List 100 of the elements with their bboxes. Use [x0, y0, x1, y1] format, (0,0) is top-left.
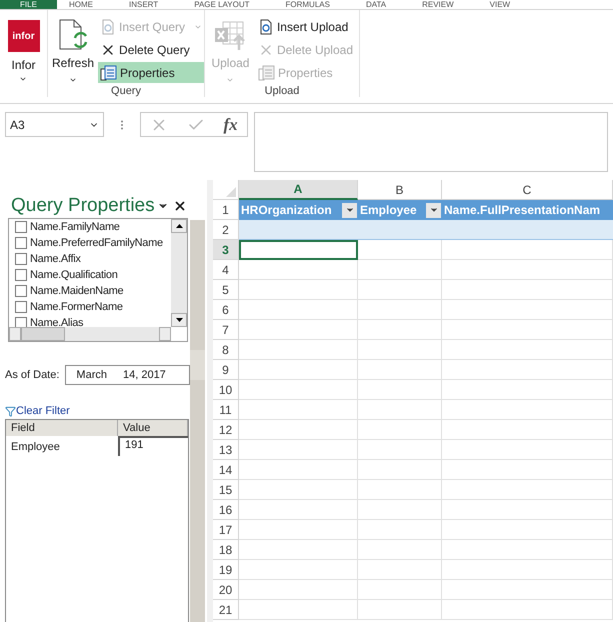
- ribbon-tab[interactable]: PAGE LAYOUT: [182, 0, 262, 9]
- scrollbar[interactable]: [9, 327, 171, 341]
- column-header[interactable]: C: [442, 180, 613, 200]
- checkbox[interactable]: [15, 317, 27, 327]
- cell[interactable]: [358, 380, 442, 400]
- active-cell[interactable]: [239, 240, 358, 260]
- row-number[interactable]: 15: [213, 480, 239, 500]
- table-cell[interactable]: 191: [118, 436, 188, 456]
- filter-dropdown-button[interactable]: [426, 202, 441, 218]
- cell[interactable]: [442, 460, 613, 480]
- cell[interactable]: [358, 580, 442, 600]
- ribbon-tab[interactable]: HOME: [57, 0, 105, 9]
- cell[interactable]: [442, 580, 613, 600]
- cell[interactable]: [442, 220, 613, 240]
- cell[interactable]: [239, 440, 358, 460]
- cell[interactable]: [239, 480, 358, 500]
- checkbox[interactable]: [15, 301, 27, 313]
- column-header[interactable]: B: [358, 180, 442, 200]
- ribbon-tab[interactable]: VIEW: [478, 0, 522, 9]
- date-picker[interactable]: March 14, 2017: [65, 365, 190, 385]
- up-arrow-icon[interactable]: [176, 224, 182, 228]
- cell[interactable]: [358, 240, 442, 260]
- cell[interactable]: [239, 460, 358, 480]
- row-number[interactable]: 3: [213, 240, 239, 260]
- cell[interactable]: [442, 560, 613, 580]
- checkbox[interactable]: [15, 269, 27, 281]
- scrollbar[interactable]: [171, 219, 187, 327]
- cell[interactable]: [442, 280, 613, 300]
- checkbox[interactable]: [15, 237, 27, 249]
- ribbon-tab[interactable]: DATA: [354, 0, 398, 9]
- ribbon-tab[interactable]: REVIEW: [410, 0, 466, 9]
- cell[interactable]: [442, 360, 613, 380]
- cell[interactable]: [442, 600, 613, 620]
- cell[interactable]: [239, 500, 358, 520]
- cell[interactable]: [358, 320, 442, 340]
- cell[interactable]: [239, 380, 358, 400]
- cell[interactable]: [239, 260, 358, 280]
- cell[interactable]: [358, 480, 442, 500]
- cell[interactable]: [239, 340, 358, 360]
- cell[interactable]: [358, 520, 442, 540]
- close-icon[interactable]: [172, 199, 187, 213]
- cell[interactable]: [442, 320, 613, 340]
- cell[interactable]: [442, 500, 613, 520]
- cell[interactable]: [239, 400, 358, 420]
- checkbox[interactable]: [15, 253, 27, 265]
- cell[interactable]: [239, 320, 358, 340]
- cell[interactable]: [239, 540, 358, 560]
- cell[interactable]: [358, 300, 442, 320]
- checkbox[interactable]: [15, 221, 27, 233]
- cell[interactable]: [358, 360, 442, 380]
- row-number[interactable]: 14: [213, 460, 239, 480]
- formula-input[interactable]: [254, 112, 608, 172]
- cell[interactable]: [358, 500, 442, 520]
- ribbon-command[interactable]: Properties: [98, 62, 204, 83]
- cell[interactable]: [442, 260, 613, 280]
- cell[interactable]: [442, 400, 613, 420]
- ribbon-tab[interactable]: FILE: [0, 0, 57, 9]
- cell[interactable]: [442, 300, 613, 320]
- filter-dropdown-button[interactable]: [342, 202, 357, 218]
- cell[interactable]: [358, 440, 442, 460]
- cell[interactable]: [358, 540, 442, 560]
- cell[interactable]: [239, 600, 358, 620]
- ribbon-command[interactable]: Insert Upload: [256, 16, 355, 37]
- infor-button[interactable]: Infor: [11, 58, 36, 83]
- row-number[interactable]: 6: [213, 300, 239, 320]
- row-number[interactable]: 8: [213, 340, 239, 360]
- cell[interactable]: [442, 480, 613, 500]
- row-number[interactable]: 12: [213, 420, 239, 440]
- column-header[interactable]: A: [239, 180, 358, 200]
- cell[interactable]: [358, 280, 442, 300]
- row-number[interactable]: 20: [213, 580, 239, 600]
- row-number[interactable]: 11: [213, 400, 239, 420]
- select-all-corner[interactable]: [213, 180, 239, 200]
- cell[interactable]: [358, 560, 442, 580]
- name-box[interactable]: A3: [5, 112, 104, 137]
- cell[interactable]: [358, 420, 442, 440]
- row-number[interactable]: 7: [213, 320, 239, 340]
- cell[interactable]: [442, 420, 613, 440]
- row-number[interactable]: 4: [213, 260, 239, 280]
- cell[interactable]: [358, 600, 442, 620]
- cell[interactable]: [358, 340, 442, 360]
- cell[interactable]: [239, 280, 358, 300]
- cell[interactable]: [358, 260, 442, 280]
- cell[interactable]: [239, 220, 358, 240]
- row-number[interactable]: 19: [213, 560, 239, 580]
- row-number[interactable]: 9: [213, 360, 239, 380]
- cell[interactable]: [239, 580, 358, 600]
- cell[interactable]: [442, 540, 613, 560]
- ribbon-tab[interactable]: FORMULAS: [273, 0, 342, 9]
- clear-filter-link[interactable]: Clear Filter: [16, 402, 70, 420]
- cell[interactable]: [442, 340, 613, 360]
- cell[interactable]: [358, 400, 442, 420]
- refresh-button[interactable]: Refresh: [52, 16, 94, 84]
- cell[interactable]: [239, 420, 358, 440]
- cell[interactable]: [442, 240, 613, 260]
- scrollbar[interactable]: [190, 220, 205, 622]
- cell[interactable]: [239, 360, 358, 380]
- cell[interactable]: [239, 520, 358, 540]
- row-number[interactable]: 16: [213, 500, 239, 520]
- cell[interactable]: [442, 440, 613, 460]
